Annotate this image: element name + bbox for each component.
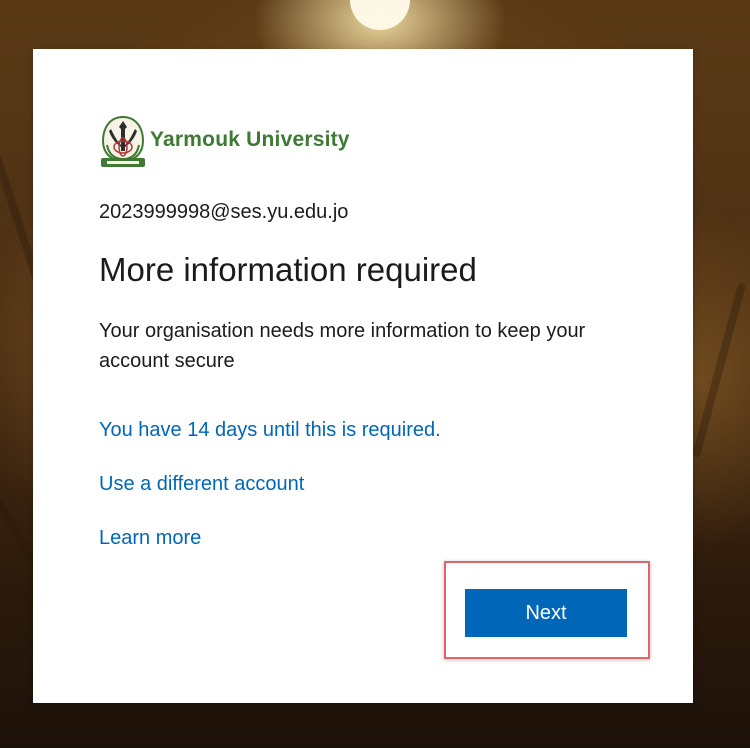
university-name: Yarmouk University	[150, 128, 350, 151]
background-light-spot	[350, 0, 410, 30]
next-button[interactable]: Next	[465, 589, 627, 637]
sign-in-card: Yarmouk University 2023999998@ses.yu.edu…	[33, 49, 693, 703]
use-different-account-link[interactable]: Use a different account	[99, 473, 304, 496]
background-streak	[691, 282, 747, 458]
university-seal-icon	[101, 115, 145, 167]
days-remaining-link[interactable]: You have 14 days until this is required.	[99, 419, 441, 442]
learn-more-link[interactable]: Learn more	[99, 527, 201, 550]
university-logo: Yarmouk University	[99, 115, 350, 169]
page-description: Your organisation needs more information…	[99, 320, 586, 372]
page-title: More information required	[99, 251, 477, 288]
account-email: 2023999998@ses.yu.edu.jo	[99, 201, 349, 223]
